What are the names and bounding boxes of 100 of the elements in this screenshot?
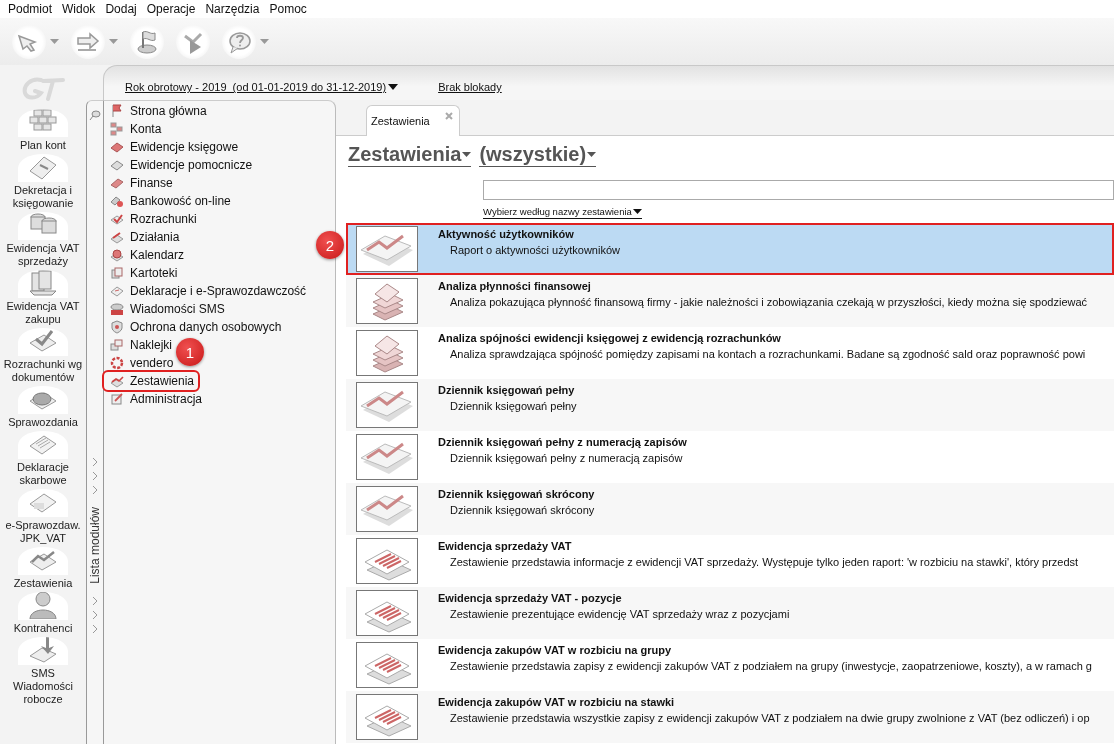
quick-launch-button[interactable]: Ewidencja VAT sprzedaży <box>3 212 83 268</box>
module-item[interactable]: Działania <box>104 228 184 246</box>
report-description: Zestawienie przedstawia wszystkie zapisy z ewidencji zakupów VAT z podziałem na dwie grupy zwolnione z VAT (bez odliczeń) i op <box>449 712 1090 725</box>
sort-dropdown[interactable]: Wybierz według nazwy zestawienia <box>483 206 642 219</box>
module-item[interactable]: Ochrona danych osobowych <box>104 318 286 336</box>
module-item[interactable]: Administracja <box>104 390 207 408</box>
menu-item[interactable]: Operacje <box>141 2 201 16</box>
module-item[interactable]: Deklaracje i e-Sprawozdawczość <box>104 282 311 300</box>
report-row[interactable]: Dziennik księgowań skrócony Dziennik księgowań skrócony <box>346 483 1114 535</box>
module-item[interactable]: Bankowość on-line <box>104 192 235 210</box>
report-description: Dziennik księgowań skrócony <box>449 504 595 517</box>
module-icon <box>110 392 124 406</box>
toolbar-button[interactable] <box>12 24 46 59</box>
category-dropdown[interactable]: Zestawienia <box>348 142 472 167</box>
report-title: Aktywność użytkowników <box>438 228 575 241</box>
module-icon <box>110 176 124 190</box>
module-item[interactable]: Ewidencje księgowe <box>104 138 243 156</box>
module-item[interactable]: Finanse <box>104 174 177 192</box>
report-description: Analiza pokazująca płynność finansową firmy - jakie należności i zobowiązania czekają w przyszłości, kiedy można się spodziewać <box>449 296 1088 309</box>
module-icon <box>26 592 60 619</box>
quick-launch-button[interactable]: Plan kont <box>3 109 83 152</box>
quick-launch-button[interactable]: Rozrachunki wg dokumentów <box>3 328 83 384</box>
report-description: Dziennik księgowań pełny z numeracją zapisów <box>449 452 684 465</box>
report-title: Ewidencja sprzedaży VAT - pozycje <box>438 592 623 605</box>
report-title: Dziennik księgowań skrócony <box>438 488 595 501</box>
report-row[interactable]: Ewidencja sprzedaży VAT - pozycje Zestawienie prezentujące ewidencję VAT sprzedaży wraz z pozycjami <box>346 587 1114 639</box>
report-title: Ewidencja zakupów VAT w rozbiciu na stawki <box>438 696 676 709</box>
caret-icon[interactable] <box>109 38 118 45</box>
module-icon <box>110 284 124 298</box>
report-row[interactable]: Aktywność użytkowników Raport o aktywności użytkowników <box>346 223 1114 275</box>
module-icon <box>110 374 124 388</box>
module-icon <box>110 194 124 208</box>
toolbar-button[interactable] <box>71 24 105 59</box>
module-icon <box>110 356 124 370</box>
module-item[interactable]: Rozrachunki <box>104 210 201 228</box>
module-icon <box>110 302 124 316</box>
report-description: Zestawienie prezentujące ewidencję VAT sprzedaży wraz z pozycjami <box>449 608 790 621</box>
module-item[interactable]: Zestawienia <box>104 372 199 390</box>
quick-launch-button[interactable]: Deklaracje skarbowe <box>3 431 83 487</box>
module-item[interactable]: Wiadomości SMS <box>104 300 229 318</box>
menu-item[interactable]: Podmiot <box>3 2 58 16</box>
module-item[interactable]: Ewidencje pomocnicze <box>104 156 257 174</box>
module-icon <box>110 338 124 352</box>
toolbar-button[interactable] <box>130 24 164 59</box>
report-title: Dziennik księgowań pełny <box>438 384 576 397</box>
caret-icon[interactable] <box>260 38 269 45</box>
menu-item[interactable]: Narzędzia <box>200 2 265 16</box>
quick-launch-button[interactable]: e-Sprawozdaw. JPK_VAT <box>3 489 83 545</box>
menu-item[interactable]: Dodaj <box>100 2 142 16</box>
quick-launch-button[interactable]: SMS Wiadomości robocze <box>3 637 83 706</box>
quick-launch-button[interactable]: Ewidencja VAT zakupu <box>3 270 83 326</box>
module-icon <box>110 230 124 244</box>
report-description: Dziennik księgowań pełny <box>449 400 577 413</box>
module-icon <box>110 140 124 154</box>
quick-launch-button[interactable]: Dekretacja i księgowanie <box>3 154 83 210</box>
report-row[interactable]: Dziennik księgowań pełny Dziennik księgowań pełny <box>346 379 1114 431</box>
quick-launch-button[interactable]: Zestawienia <box>3 547 83 590</box>
caret-icon <box>388 83 399 91</box>
module-icon <box>110 320 124 334</box>
chevron-icon[interactable] <box>91 609 99 620</box>
report-title: Dziennik księgowań pełny z numeracją zapisów <box>438 436 687 449</box>
report-description: Zestawienie przedstawia zapisy z ewidencji zakupów VAT z podziałem na grupy (inwestycje, zaopatrzeniowe, koszty), a w ramach g <box>449 660 1092 673</box>
tab[interactable]: Zestawienia <box>366 105 460 136</box>
report-title: Analiza spójności ewidencji księgowej z ewidencją rozrachunków <box>438 332 782 345</box>
module-item[interactable]: Kalendarz <box>104 246 189 264</box>
caret-icon[interactable] <box>50 38 59 45</box>
report-row[interactable]: Analiza płynności finansowej Analiza pokazująca płynność finansową firmy - jakie należności i zobowiązania czekają w przyszłości, kiedy można się spodziewać <box>346 275 1114 327</box>
quick-launch-button[interactable]: Sprawozdania <box>3 386 83 429</box>
report-description: Zestawienie przedstawia informacje z ewidencji VAT sprzedaży. Występuje tylko jeden raport: 'w rozbiciu na stawki', który przedst <box>449 556 1079 569</box>
caret-icon <box>587 151 597 157</box>
report-description: Raport o aktywności użytkowników <box>449 244 620 257</box>
caret-icon <box>632 208 642 215</box>
module-item[interactable]: Konta <box>104 120 166 138</box>
menu-item[interactable]: Widok <box>57 2 101 16</box>
module-icon <box>110 266 124 280</box>
module-icon <box>110 212 124 226</box>
module-icon <box>110 248 124 262</box>
report-title: Analiza płynności finansowej <box>438 280 592 293</box>
logo-icon <box>21 77 65 101</box>
toolbar-button[interactable] <box>176 24 210 59</box>
chevron-icon[interactable] <box>91 623 99 634</box>
search-field[interactable] <box>483 180 1114 200</box>
module-item[interactable]: Kartoteki <box>104 264 182 282</box>
module-item[interactable]: vendero <box>104 354 178 372</box>
report-title: Ewidencja zakupów VAT w rozbiciu na grupy <box>438 644 673 657</box>
lock-status-link[interactable]: Brak blokady <box>438 81 502 93</box>
module-icon <box>110 158 124 172</box>
panel-title: Lista modułów <box>88 507 102 584</box>
report-title: Ewidencja sprzedaży VAT <box>438 540 573 553</box>
module-item[interactable]: Naklejki <box>104 336 176 354</box>
chevron-icon[interactable] <box>91 595 99 606</box>
quick-launch-button[interactable]: Kontrahenci <box>3 592 83 635</box>
menu-item[interactable]: Pomoc <box>264 2 312 16</box>
filter-dropdown[interactable]: (wszystkie) <box>479 142 597 167</box>
toolbar-button[interactable] <box>222 24 256 59</box>
report-description: Analiza sprawdzająca spójność pomiędzy zapisami na kontach a rozrachunkami. Badane są zgodność sald oraz poprawność powi <box>449 348 1086 361</box>
fiscal-year-dropdown[interactable]: Rok obrotowy - 2019 (od 01-01-2019 do 31-12-2019) <box>125 81 399 93</box>
close-icon[interactable] <box>445 112 453 120</box>
report-row[interactable]: Ewidencja zakupów VAT w rozbiciu na stawki Zestawienie przedstawia wszystkie zapisy z ewidencji zakupów VAT z podziałem na dwie grupy zwolnione z VAT (bez odliczeń) i op <box>346 691 1114 743</box>
module-item[interactable]: Strona główna <box>104 102 211 120</box>
